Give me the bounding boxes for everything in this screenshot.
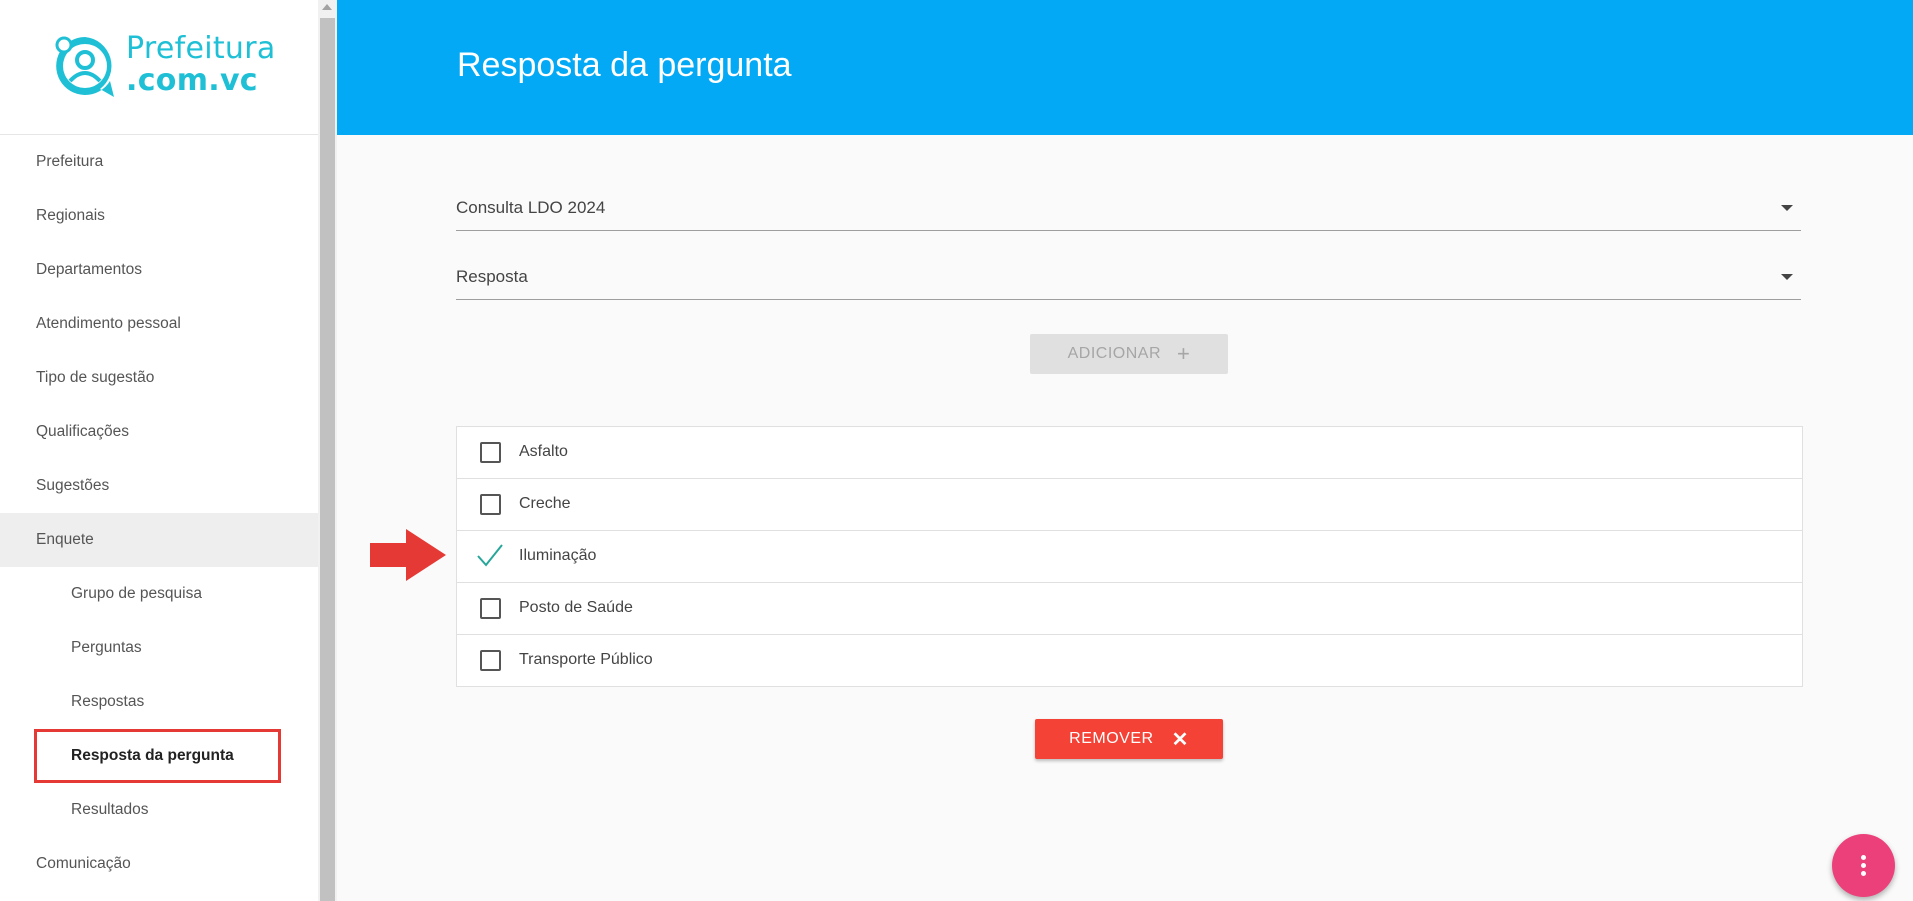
list-item-label: Iluminação xyxy=(519,547,597,564)
sidebar-item-regionais[interactable]: Regionais xyxy=(0,189,318,243)
sidebar-item-departamentos[interactable]: Departamentos xyxy=(0,243,318,297)
checkbox-unchecked-icon[interactable] xyxy=(480,442,501,463)
logo-icon xyxy=(55,36,114,97)
list-item[interactable]: Posto de Saúde xyxy=(457,583,1802,635)
list-item[interactable]: Iluminação xyxy=(457,531,1802,583)
answers-list: Asfalto Creche Iluminação Posto de Saúde… xyxy=(456,426,1803,687)
sidebar-scrollbar[interactable] xyxy=(318,0,337,901)
sidebar-item-comunicacao[interactable]: Comunicação xyxy=(0,837,318,891)
plus-icon: + xyxy=(1177,341,1191,366)
sidebar-item-atendimento-pessoal[interactable]: Atendimento pessoal xyxy=(0,297,318,351)
sidebar: Prefeitura .com.vc Prefeitura Regionais … xyxy=(0,0,318,901)
checkbox-unchecked-icon[interactable] xyxy=(480,494,501,515)
list-item[interactable]: Creche xyxy=(457,479,1802,531)
list-item-label: Transporte Público xyxy=(519,651,653,668)
dropdown-arrow-icon xyxy=(1781,205,1793,211)
list-item-label: Posto de Saúde xyxy=(519,599,633,616)
brand-line2: .com.vc xyxy=(126,63,258,98)
page-header: Resposta da pergunta xyxy=(337,0,1913,135)
list-item-label: Asfalto xyxy=(519,443,568,460)
sidebar-subitem-respostas[interactable]: Respostas xyxy=(0,675,318,729)
dropdown-arrow-icon xyxy=(1781,274,1793,280)
sidebar-subitem-resultados[interactable]: Resultados xyxy=(0,783,318,837)
annotation-arrow-icon xyxy=(370,529,446,581)
sidebar-nav: Prefeitura Regionais Departamentos Atend… xyxy=(0,135,318,891)
answer-select-value: Resposta xyxy=(456,267,528,286)
sidebar-item-qualificacoes[interactable]: Qualificações xyxy=(0,405,318,459)
more-vert-icon xyxy=(1861,854,1866,878)
sidebar-subitem-perguntas[interactable]: Perguntas xyxy=(0,621,318,675)
checkmark-icon[interactable] xyxy=(476,542,504,568)
brand-name: Prefeitura .com.vc xyxy=(126,33,276,97)
sidebar-item-enquete[interactable]: Enquete xyxy=(0,513,318,567)
brand-line1: Prefeitura xyxy=(126,31,276,66)
remove-button-label: REMOVER xyxy=(1069,730,1154,747)
sidebar-item-sugestoes[interactable]: Sugestões xyxy=(0,459,318,513)
brand-logo[interactable]: Prefeitura .com.vc xyxy=(0,0,318,135)
sidebar-item-prefeitura[interactable]: Prefeitura xyxy=(0,135,318,189)
sidebar-item-tipo-de-sugestao[interactable]: Tipo de sugestão xyxy=(0,351,318,405)
checkbox-unchecked-icon[interactable] xyxy=(480,598,501,619)
list-item[interactable]: Transporte Público xyxy=(457,635,1802,686)
answer-select[interactable]: Resposta xyxy=(456,255,1801,300)
more-actions-fab[interactable] xyxy=(1832,834,1895,897)
add-button-label: ADICIONAR xyxy=(1067,345,1162,362)
checkbox-unchecked-icon[interactable] xyxy=(480,650,501,671)
question-select-value: Consulta LDO 2024 xyxy=(456,198,606,217)
page-title: Resposta da pergunta xyxy=(457,46,792,84)
remove-button[interactable]: REMOVER ✕ xyxy=(1035,719,1223,759)
add-button[interactable]: ADICIONAR + xyxy=(1030,334,1228,374)
list-item[interactable]: Asfalto xyxy=(457,427,1802,479)
question-select[interactable]: Consulta LDO 2024 xyxy=(456,186,1801,231)
close-icon: ✕ xyxy=(1171,728,1189,751)
list-item-label: Creche xyxy=(519,495,571,512)
scroll-up-icon[interactable] xyxy=(322,4,332,10)
scrollbar-thumb[interactable] xyxy=(320,18,335,901)
sidebar-subitem-resposta-da-pergunta[interactable]: Resposta da pergunta xyxy=(34,729,281,783)
sidebar-subitem-grupo-de-pesquisa[interactable]: Grupo de pesquisa xyxy=(0,567,318,621)
